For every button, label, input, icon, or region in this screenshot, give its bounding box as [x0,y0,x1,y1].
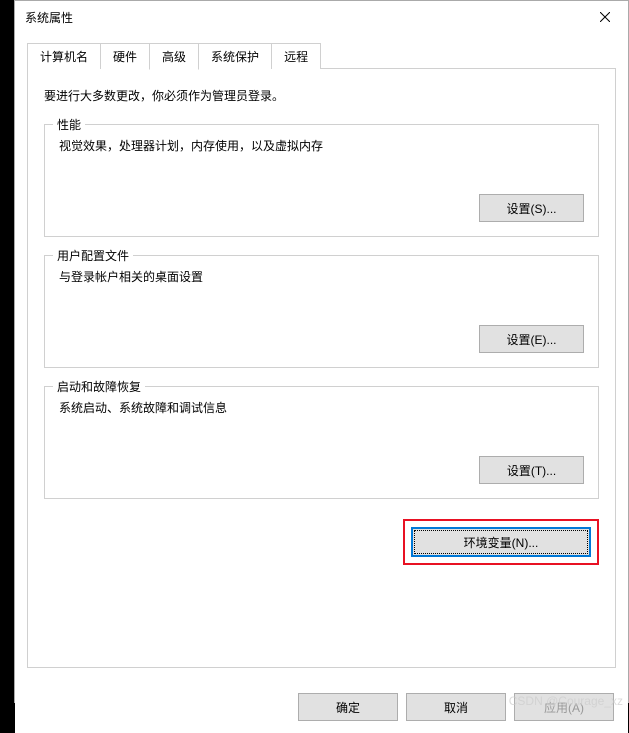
tab-system-protection[interactable]: 系统保护 [198,43,272,69]
user-profiles-button-row: 设置(E)... [59,325,584,353]
performance-group: 性能 视觉效果，处理器计划，内存使用，以及虚拟内存 设置(S)... [44,124,599,237]
user-profiles-group-desc: 与登录帐户相关的桌面设置 [59,268,584,285]
titlebar: 系统属性 [15,1,628,33]
content-area: 计算机名 硬件 高级 系统保护 远程 要进行大多数更改，你必须作为管理员登录。 … [15,33,628,681]
dialog-title: 系统属性 [25,9,73,26]
tab-advanced[interactable]: 高级 [149,43,199,70]
tab-panel-advanced: 要进行大多数更改，你必须作为管理员登录。 性能 视觉效果，处理器计划，内存使用，… [27,68,616,668]
environment-variables-button[interactable]: 环境变量(N)... [411,527,591,557]
watermark: CSDN @Courage_xz [509,694,623,708]
startup-button-row: 设置(T)... [59,456,584,484]
tab-computer-name[interactable]: 计算机名 [27,43,101,69]
highlight-annotation: 环境变量(N)... [403,519,599,565]
performance-settings-button[interactable]: 设置(S)... [479,194,584,222]
env-var-row: 环境变量(N)... [44,519,599,565]
tab-remote[interactable]: 远程 [271,43,321,69]
user-profiles-group: 用户配置文件 与登录帐户相关的桌面设置 设置(E)... [44,255,599,368]
startup-group-desc: 系统启动、系统故障和调试信息 [59,399,584,416]
system-properties-dialog: 系统属性 计算机名 硬件 高级 系统保护 远程 要进行大多数更改，你必须作为管理… [14,0,629,703]
tab-hardware[interactable]: 硬件 [100,43,150,69]
ok-button[interactable]: 确定 [298,693,398,721]
startup-group-title: 启动和故障恢复 [53,378,145,395]
performance-group-desc: 视觉效果，处理器计划，内存使用，以及虚拟内存 [59,137,584,154]
performance-group-title: 性能 [53,116,85,133]
user-profiles-group-title: 用户配置文件 [53,247,133,264]
admin-instruction: 要进行大多数更改，你必须作为管理员登录。 [44,87,599,104]
cancel-button[interactable]: 取消 [406,693,506,721]
startup-group: 启动和故障恢复 系统启动、系统故障和调试信息 设置(T)... [44,386,599,499]
tabs: 计算机名 硬件 高级 系统保护 远程 [27,43,616,69]
user-profiles-settings-button[interactable]: 设置(E)... [479,325,584,353]
startup-settings-button[interactable]: 设置(T)... [479,456,584,484]
close-icon [600,12,610,22]
performance-button-row: 设置(S)... [59,194,584,222]
close-button[interactable] [582,1,628,33]
